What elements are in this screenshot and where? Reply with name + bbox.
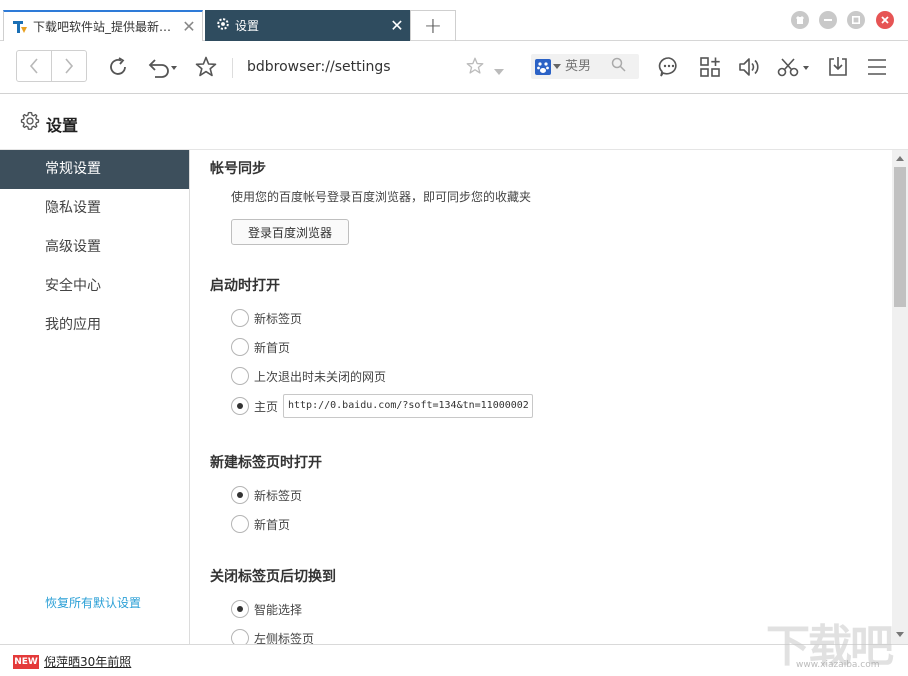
sidebar-item-my-apps[interactable]: 我的应用 <box>0 306 189 345</box>
radio-label: 上次退出时未关闭的网页 <box>254 368 386 385</box>
refresh-icon[interactable] <box>105 54 131 80</box>
radio-startup-restore[interactable]: 上次退出时未关闭的网页 <box>231 366 386 386</box>
radio-button[interactable] <box>231 629 249 644</box>
settings-sidebar: 常规设置 隐私设置 高级设置 安全中心 我的应用 恢复所有默认设置 <box>0 150 190 644</box>
new-badge: NEW <box>13 655 39 669</box>
radio-button[interactable] <box>231 338 249 356</box>
news-link[interactable]: 倪萍晒30年前照 <box>44 653 131 670</box>
radio-button-selected[interactable] <box>231 486 249 504</box>
sidebar-item-general[interactable]: 常规设置 <box>0 150 189 189</box>
sidebar-item-privacy[interactable]: 隐私设置 <box>0 189 189 228</box>
settings-content: 帐号同步 使用您的百度帐号登录百度浏览器，即可同步您的收藏夹 登录百度浏览器 启… <box>190 150 892 644</box>
scroll-up-arrow[interactable] <box>896 156 904 161</box>
radio-closetab-smart[interactable]: 智能选择 <box>231 599 302 619</box>
screenshot-scissors-icon[interactable] <box>776 54 812 80</box>
close-button[interactable] <box>876 11 894 29</box>
homepage-url-input[interactable]: http://0.baidu.com/?soft=134&tn=11000002 <box>283 394 533 418</box>
radio-label: 智能选择 <box>254 601 302 618</box>
tab-strip: 下载吧软件站_提供最新… ✕ 设置 ✕ + <box>0 0 908 41</box>
radio-button[interactable] <box>231 367 249 385</box>
radio-startup-homepage[interactable]: 主页 <box>231 396 278 416</box>
vertical-scrollbar[interactable] <box>892 150 908 644</box>
section-title-startup: 启动时打开 <box>210 275 280 295</box>
favorite-star-icon[interactable] <box>193 54 219 80</box>
radio-label: 主页 <box>254 398 278 415</box>
radio-button[interactable] <box>231 309 249 327</box>
sync-description: 使用您的百度帐号登录百度浏览器，即可同步您的收藏夹 <box>231 188 531 205</box>
download-icon[interactable] <box>825 54 851 80</box>
minimize-button[interactable] <box>819 11 837 29</box>
tab-close-icon[interactable]: ✕ <box>384 16 410 35</box>
skin-icon[interactable] <box>791 11 809 29</box>
radio-button[interactable] <box>231 515 249 533</box>
search-icon[interactable] <box>611 57 626 76</box>
gear-icon <box>216 17 230 34</box>
new-tab-button[interactable]: + <box>410 10 456 41</box>
undo-close-icon[interactable] <box>144 54 180 80</box>
chevron-down-icon[interactable] <box>494 64 504 79</box>
radio-newtab-newtab[interactable]: 新标签页 <box>231 485 302 505</box>
radio-label: 新标签页 <box>254 487 302 504</box>
tab-settings[interactable]: 设置 ✕ <box>205 10 410 41</box>
radio-button-selected[interactable] <box>231 397 249 415</box>
radio-startup-newhome[interactable]: 新首页 <box>231 337 290 357</box>
radio-label: 新首页 <box>254 516 290 533</box>
toolbar: bdbrowser://settings <box>0 42 908 94</box>
sidebar-item-advanced[interactable]: 高级设置 <box>0 228 189 267</box>
maximize-button[interactable] <box>847 11 865 29</box>
gear-icon <box>20 111 40 135</box>
radio-closetab-left[interactable]: 左侧标签页 <box>231 628 314 644</box>
back-button[interactable] <box>17 51 51 81</box>
watermark-logo: 下载吧 www.xiazaiba.com <box>766 610 906 672</box>
sidebar-item-security[interactable]: 安全中心 <box>0 267 189 306</box>
address-bar[interactable]: bdbrowser://settings <box>247 59 391 75</box>
tab-close-icon[interactable]: ✕ <box>176 17 202 36</box>
watermark-url: www.xiazaiba.com <box>796 660 880 670</box>
radio-label: 新标签页 <box>254 310 302 327</box>
apps-icon[interactable] <box>697 54 723 80</box>
section-title-closetab: 关闭标签页后切换到 <box>210 566 336 586</box>
bookmark-star-icon[interactable] <box>466 57 484 79</box>
volume-icon[interactable] <box>737 54 763 80</box>
site-favicon <box>12 19 28 35</box>
forward-button[interactable] <box>51 51 86 81</box>
search-input[interactable] <box>565 59 609 74</box>
tab-xiazaiba[interactable]: 下载吧软件站_提供最新… ✕ <box>3 10 203 41</box>
nav-group <box>16 50 87 82</box>
menu-icon[interactable] <box>864 54 890 80</box>
tab-title: 下载吧软件站_提供最新… <box>33 18 176 35</box>
radio-button-selected[interactable] <box>231 600 249 618</box>
login-baidu-browser-button[interactable]: 登录百度浏览器 <box>231 219 349 245</box>
section-title-sync: 帐号同步 <box>210 158 266 178</box>
scrollbar-thumb[interactable] <box>894 167 906 307</box>
radio-label: 左侧标签页 <box>254 630 314 645</box>
divider <box>232 58 233 78</box>
page-header: 设置 <box>0 95 908 150</box>
page-title: 设置 <box>46 112 78 136</box>
tab-title: 设置 <box>235 17 384 34</box>
radio-newtab-newhome[interactable]: 新首页 <box>231 514 290 534</box>
section-title-newtab: 新建标签页时打开 <box>210 452 322 472</box>
radio-label: 新首页 <box>254 339 290 356</box>
radio-startup-newtab[interactable]: 新标签页 <box>231 308 302 328</box>
search-box <box>531 54 639 79</box>
chat-icon[interactable] <box>656 54 682 80</box>
search-engine-selector[interactable] <box>531 59 565 75</box>
restore-defaults-link[interactable]: 恢复所有默认设置 <box>45 594 141 611</box>
